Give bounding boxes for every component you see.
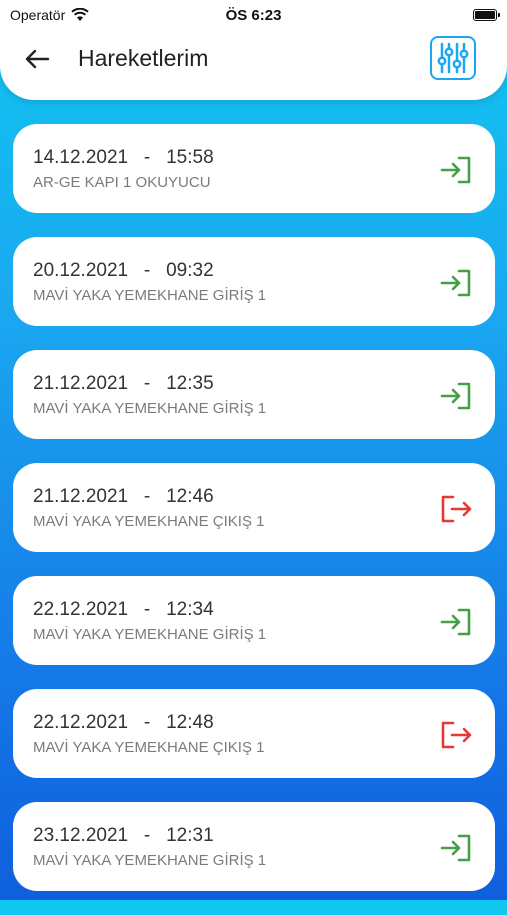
movement-card[interactable]: 14.12.2021 - 15:58 AR-GE KAPI 1 OKUYUCU [13,124,495,213]
record-date: 21.12.2021 [33,373,129,394]
record-time: 12:34 [166,599,214,620]
battery-icon [473,9,500,21]
record-location: MAVİ YAKA YEMEKHANE GİRİŞ 1 [33,287,267,304]
movement-list: 14.12.2021 - 15:58 AR-GE KAPI 1 OKUYUCU 20… [13,124,495,915]
date-time-separator: - [128,373,167,394]
arrow-left-icon [25,49,50,69]
record-location: MAVİ YAKA YEMEKHANE GİRİŞ 1 [33,852,267,869]
record-location: AR-GE KAPI 1 OKUYUCU [33,174,211,191]
date-time-separator: - [128,599,167,620]
record-location: MAVİ YAKA YEMEKHANE ÇIKIŞ 1 [33,739,265,756]
login-icon [439,381,473,411]
movement-card[interactable]: 22.12.2021 - 12:48 MAVİ YAKA YEMEKHANE ÇI… [13,689,495,778]
wifi-icon [71,8,89,21]
record-time: 12:35 [166,373,214,394]
record-location: MAVİ YAKA YEMEKHANE ÇIKIŞ 1 [33,513,265,530]
date-time-separator: - [128,712,167,733]
date-time-separator: - [128,825,167,846]
record-datetime: 14.12.2021 - 15:58 [33,147,214,169]
record-time: 12:31 [166,825,214,846]
login-icon [439,268,473,298]
movement-card[interactable]: 20.12.2021 - 09:32 MAVİ YAKA YEMEKHANE Gİ… [13,237,495,326]
record-datetime: 21.12.2021 - 12:35 [33,373,214,395]
login-icon [439,833,473,863]
record-date: 20.12.2021 [33,260,129,281]
movement-card[interactable]: 21.12.2021 - 12:35 MAVİ YAKA YEMEKHANE Gİ… [13,350,495,439]
sliders-icon [437,42,469,74]
logout-icon [439,720,473,750]
login-icon [439,155,473,185]
record-datetime: 20.12.2021 - 09:32 [33,260,214,282]
record-date: 14.12.2021 [33,147,129,168]
record-datetime: 22.12.2021 - 12:48 [33,712,214,734]
filter-button[interactable] [430,36,476,80]
carrier-label: Operatör [10,7,66,23]
logout-icon [439,494,473,524]
status-bar: Operatör ÖS 6:23 [0,0,507,30]
record-datetime: 23.12.2021 - 12:31 [33,825,214,847]
record-date: 22.12.2021 [33,712,129,733]
record-date: 23.12.2021 [33,825,129,846]
record-time: 12:48 [166,712,214,733]
record-time: 15:58 [166,147,214,168]
movement-card[interactable]: 23.12.2021 - 12:31 MAVİ YAKA YEMEKHANE Gİ… [13,802,495,891]
record-location: MAVİ YAKA YEMEKHANE GİRİŞ 1 [33,626,267,643]
record-datetime: 21.12.2021 - 12:46 [33,486,214,508]
record-location: MAVİ YAKA YEMEKHANE GİRİŞ 1 [33,400,267,417]
date-time-separator: - [128,486,167,507]
login-icon [439,607,473,637]
movement-card[interactable]: 21.12.2021 - 12:46 MAVİ YAKA YEMEKHANE ÇI… [13,463,495,552]
page-title: Hareketlerim [78,45,209,71]
back-button[interactable] [22,46,52,72]
date-time-separator: - [128,260,167,281]
record-date: 22.12.2021 [33,599,129,620]
record-time: 12:46 [166,486,214,507]
record-date: 21.12.2021 [33,486,129,507]
record-datetime: 22.12.2021 - 12:34 [33,599,214,621]
movement-card[interactable]: 22.12.2021 - 12:34 MAVİ YAKA YEMEKHANE Gİ… [13,576,495,665]
date-time-separator: - [128,147,167,168]
record-time: 09:32 [166,260,214,281]
